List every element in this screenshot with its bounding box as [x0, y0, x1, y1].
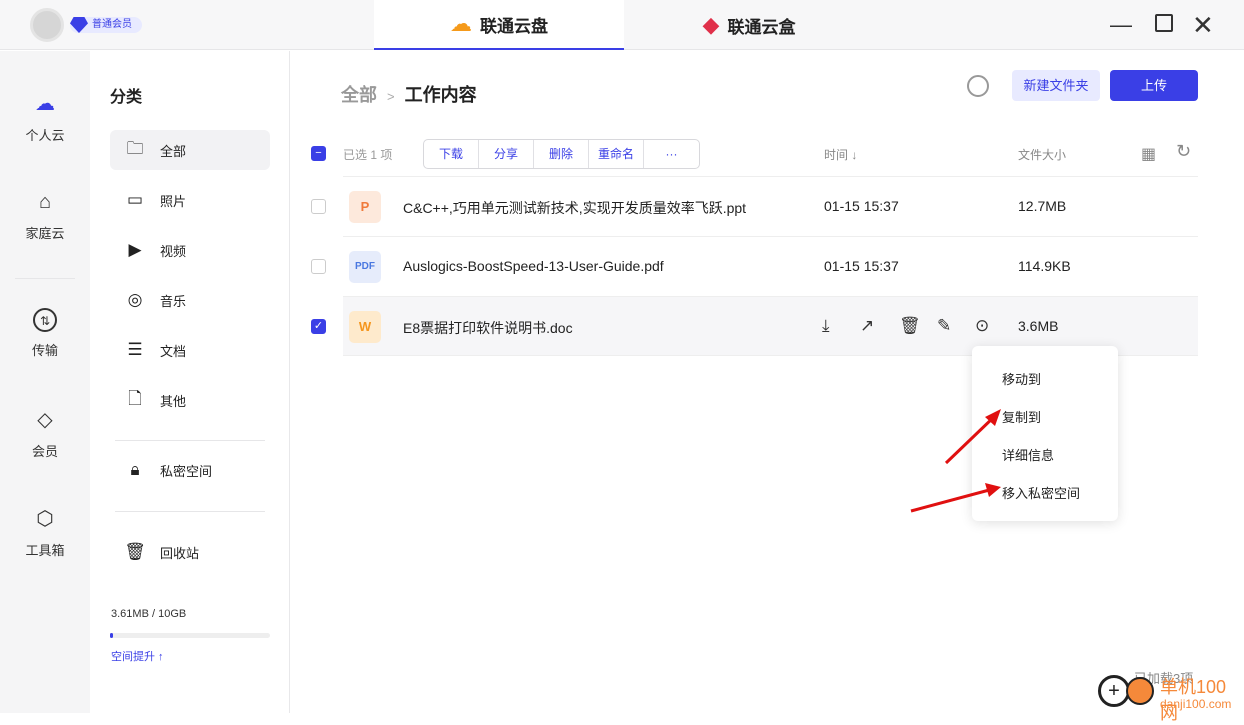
grid-view-icon[interactable]: ▦ — [1141, 144, 1156, 164]
download-button[interactable]: 下载 — [424, 140, 479, 168]
cloud-icon: ☁ — [450, 11, 472, 36]
home-icon: ⌂ — [38, 191, 52, 213]
menu-move-to-private[interactable]: 移入私密空间 — [1002, 483, 1080, 502]
upload-button[interactable]: 上传 — [1110, 70, 1198, 101]
delete-button[interactable]: 删除 — [534, 140, 589, 168]
file-icon: 🗋 — [128, 388, 142, 408]
image-icon: ▭ — [126, 190, 144, 209]
pdf-file-icon: PDF — [349, 251, 381, 283]
category-documents[interactable]: ☰ 文档 — [110, 330, 270, 370]
nav-toolbox[interactable]: ⬡ 工具箱 — [0, 506, 90, 559]
divider — [15, 278, 75, 279]
trash-icon: 🗑︎ — [124, 542, 146, 561]
delete-icon[interactable]: 🗑︎ — [899, 316, 921, 336]
file-size: 114.9KB — [1018, 258, 1071, 274]
annotation-arrows — [910, 409, 1001, 513]
column-size: 文件大小 — [1018, 148, 1067, 162]
storage-bar — [110, 633, 270, 638]
lock-icon: 🔒︎ — [130, 460, 140, 479]
category-videos[interactable]: ▶ 视频 — [110, 230, 270, 270]
nav-personal-cloud[interactable]: ☁ 个人云 — [0, 91, 90, 144]
member-badge[interactable]: 普通会员 — [70, 17, 142, 33]
new-folder-button[interactable]: 新建文件夹 — [1012, 70, 1100, 101]
file-row[interactable]: P C&C++,巧用单元测试新技术,实现开发质量效率飞跃.ppt 01-15 1… — [343, 176, 1198, 236]
folder-icon: 🗀 — [126, 138, 144, 158]
nav-transfer[interactable]: ⇅ 传输 — [0, 308, 90, 359]
watermark-logo: + 单机100网 danji100.com — [1098, 673, 1244, 723]
video-icon: ▶ — [128, 240, 142, 259]
category-photos[interactable]: ▭ 照片 — [110, 180, 270, 220]
transfer-icon: ⇅ — [33, 308, 57, 332]
left-nav: ☁ 个人云 ⌂ 家庭云 ⇅ 传输 ◇ 会员 ⬡ 工具箱 — [0, 51, 90, 713]
tab-cloud-box[interactable]: ◆ 联通云盒 — [624, 0, 874, 50]
column-time[interactable]: 时间 ↓ — [824, 146, 857, 163]
close-icon[interactable]: ✕ — [1192, 10, 1214, 41]
category-all[interactable]: 🗀 全部 — [110, 130, 270, 170]
diamond-icon: ◇ — [37, 409, 53, 431]
doc-file-icon: W — [349, 311, 381, 343]
category-music[interactable]: ◎ 音乐 — [110, 280, 270, 320]
more-icon[interactable]: ⊙ — [975, 316, 989, 336]
upgrade-storage-link[interactable]: 空间提升 ↑ — [111, 648, 164, 664]
file-row[interactable]: PDF Auslogics-BoostSpeed-13-User-Guide.p… — [343, 236, 1198, 296]
file-size: 3.6MB — [1018, 318, 1059, 334]
ppt-file-icon: P — [349, 191, 381, 223]
menu-move-to[interactable]: 移动到 — [1002, 369, 1041, 388]
select-all-checkbox[interactable]: − — [311, 146, 326, 161]
cloud-icon: ☁ — [35, 93, 55, 115]
category-title: 分类 — [110, 89, 143, 106]
share-icon[interactable]: ↗ — [860, 316, 874, 336]
title-bar: 普通会员 ☁ 联通云盘 ◆ 联通云盒 — ✕ — [0, 0, 1244, 50]
document-icon: ☰ — [127, 340, 143, 359]
download-icon[interactable]: ⤓ — [822, 316, 830, 336]
cube-icon: ◆ — [702, 12, 720, 37]
file-name[interactable]: C&C++,巧用单元测试新技术,实现开发质量效率飞跃.ppt — [403, 198, 746, 218]
category-other[interactable]: 🗋 其他 — [110, 380, 270, 420]
divider — [115, 511, 265, 512]
category-panel: 分类 🗀 全部 ▭ 照片 ▶ 视频 ◎ 音乐 ☰ 文档 🗋 其他 🔒︎ 私密空间 🗑︎ 回收站 … — [90, 51, 290, 713]
storage-text: 3.61MB / 10GB — [111, 608, 187, 620]
row-checkbox[interactable]: ✓ — [311, 319, 326, 334]
maximize-icon[interactable] — [1155, 14, 1173, 32]
main-panel: 全部 > 工作内容 新建文件夹 上传 − 已选 1 项 下载 分享 删除 重命名 ·… — [291, 51, 1244, 713]
breadcrumb-current: 工作内容 — [404, 85, 477, 105]
nav-member[interactable]: ◇ 会员 — [0, 407, 90, 460]
diamond-icon — [70, 17, 88, 33]
rename-icon[interactable]: ✎ — [937, 316, 951, 336]
selected-count: 已选 1 项 — [343, 148, 393, 162]
divider — [115, 440, 265, 441]
file-name[interactable]: E8票据打印软件说明书.doc — [403, 318, 573, 338]
row-checkbox[interactable] — [311, 199, 326, 214]
batch-actions: 下载 分享 删除 重命名 ··· — [423, 139, 700, 169]
breadcrumb-root[interactable]: 全部 — [341, 85, 377, 105]
search-icon[interactable] — [967, 75, 989, 97]
file-size: 12.7MB — [1018, 198, 1067, 214]
rename-button[interactable]: 重命名 — [589, 140, 644, 168]
tab-cloud-disk[interactable]: ☁ 联通云盘 — [374, 0, 624, 50]
row-checkbox[interactable] — [311, 259, 326, 274]
category-private-space[interactable]: 🔒︎ 私密空间 — [110, 450, 270, 490]
avatar[interactable] — [30, 8, 64, 42]
nav-family-cloud[interactable]: ⌂ 家庭云 — [0, 189, 90, 242]
file-time: 01-15 15:37 — [824, 198, 899, 214]
breadcrumb: 全部 > 工作内容 — [341, 85, 477, 105]
toolbox-icon: ⬡ — [36, 508, 54, 530]
category-recycle-bin[interactable]: 🗑︎ 回收站 — [110, 532, 270, 572]
refresh-icon[interactable]: ↻ — [1176, 141, 1191, 162]
music-icon: ◎ — [127, 290, 143, 309]
share-button[interactable]: 分享 — [479, 140, 534, 168]
file-name[interactable]: Auslogics-BoostSpeed-13-User-Guide.pdf — [403, 258, 664, 274]
minimize-icon[interactable]: — — [1110, 12, 1132, 38]
more-button[interactable]: ··· — [644, 140, 699, 168]
file-time: 01-15 15:37 — [824, 258, 899, 274]
